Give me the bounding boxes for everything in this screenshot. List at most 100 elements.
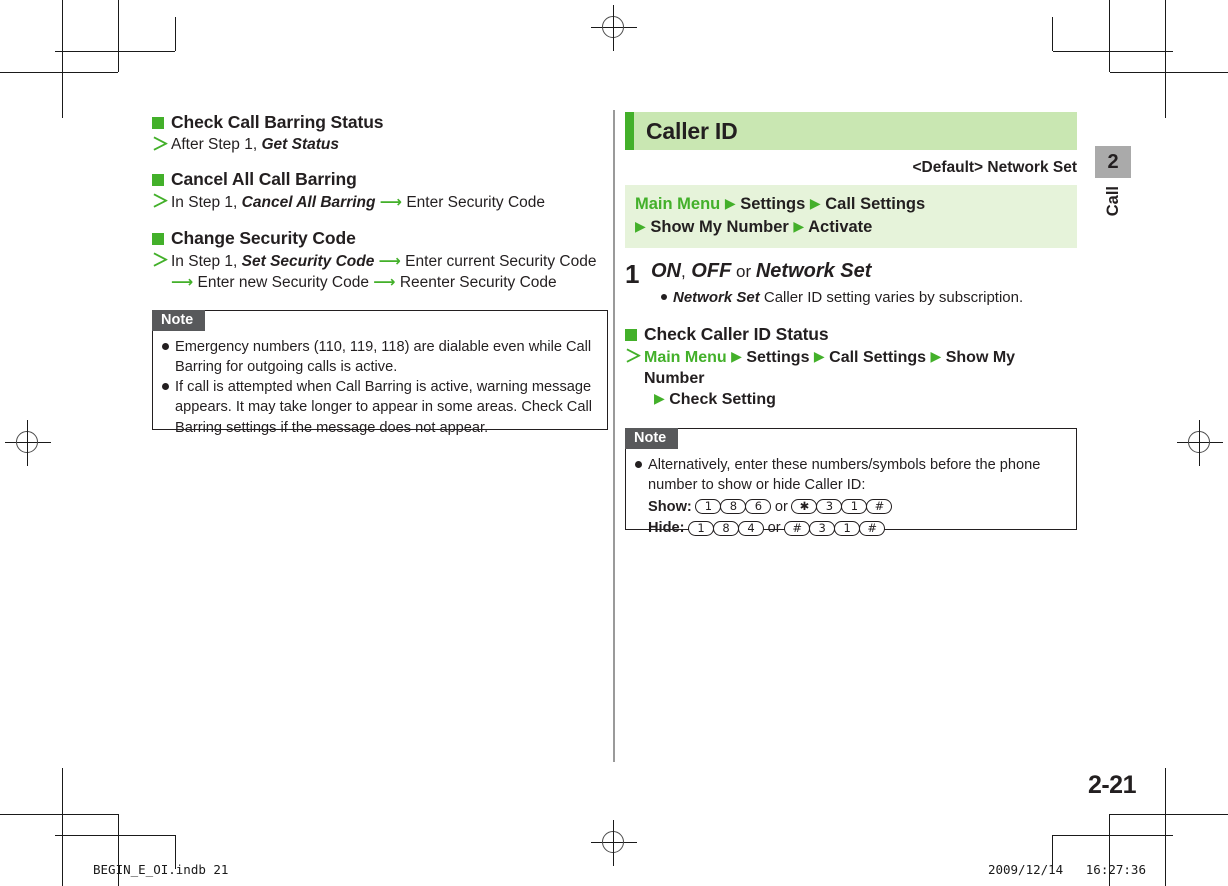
footer-time: 16:27:36	[1085, 862, 1146, 877]
triangle-icon: ▶	[930, 348, 942, 365]
key-row-label: Show	[648, 498, 687, 515]
key-group-b: ✱ 3 1 #	[791, 497, 893, 517]
menu-path-line-1: Main Menu ▶ Settings ▶ Call Settings	[635, 195, 926, 213]
section-title: Caller ID	[646, 117, 738, 144]
subsection-heading-label: Change Security Code	[171, 227, 356, 248]
green-square-icon	[625, 328, 637, 341]
step-heading: ON, OFF or Network Set	[651, 260, 872, 283]
triangle-icon: ▶	[724, 196, 736, 212]
angle-bracket-icon: ＞	[152, 250, 169, 271]
note-body: Alternatively, enter these numbers/symbo…	[626, 429, 1076, 545]
key-row-conjunction: or	[767, 519, 781, 536]
subsection-heading: Check Call Barring Status	[152, 112, 608, 134]
note-item: Alternatively, enter these numbers/symbo…	[634, 455, 1068, 538]
manual-page: Check Call Barring Status ＞ After Step 1…	[0, 0, 1228, 886]
default-value-line: <Default> Network Set	[912, 159, 1077, 176]
left-column: Check Call Barring Status ＞ After Step 1…	[152, 112, 608, 436]
subsection-heading: Check Caller ID Status	[625, 324, 1077, 346]
step-sub-bullet-text: Network Set Caller ID setting varies by …	[673, 289, 1024, 307]
step-line: ＞ Main Menu ▶ Settings ▶ Call Settings ▶…	[625, 347, 1077, 411]
section-accent-bar	[625, 112, 634, 150]
step-content: ON, OFF or Network Set Network Set Calle…	[651, 260, 1077, 308]
bullet-dot-icon	[661, 294, 667, 301]
page-number: 2-21	[1087, 771, 1137, 799]
note-intro-text: Alternatively, enter these numbers/symbo…	[648, 457, 1041, 494]
key-glyph: 8	[713, 520, 740, 536]
step-line-text: In Step 1, Set Security Code ⟶ Enter cur…	[171, 251, 597, 292]
key-glyph: 6	[745, 499, 772, 515]
triangle-icon: ▶	[813, 348, 825, 365]
key-glyph: 3	[816, 499, 843, 515]
step-line-text: Main Menu ▶ Settings ▶ Call Settings ▶ S…	[644, 348, 1016, 409]
bullet-dot-icon	[635, 461, 642, 469]
key-row-conjunction: or	[774, 498, 788, 515]
footer-file-info: BEGIN_E_OI.indb 21	[93, 862, 229, 877]
right-column: Caller ID <Default> Network Set Main Men…	[625, 112, 1077, 536]
arrow-icon: ⟶	[171, 273, 194, 292]
note-key-row: Hide: 184 or #3 1 #	[648, 518, 1068, 538]
angle-bracket-icon: ＞	[625, 346, 642, 367]
section-check-call-barring-status: Check Call Barring Status ＞ After Step 1…	[152, 112, 608, 155]
note-label: Note	[152, 310, 206, 332]
bullet-dot-icon	[162, 383, 169, 391]
footer-date: 2009/12/14	[987, 862, 1064, 877]
subsection-heading: Cancel All Call Barring	[152, 169, 608, 191]
subsection-heading: Change Security Code	[152, 228, 608, 250]
arrow-icon: ⟶	[379, 193, 403, 212]
step-number: 1	[625, 259, 640, 290]
note-item: Emergency numbers (110, 119, 118) are di…	[161, 337, 599, 377]
green-square-icon	[152, 117, 164, 129]
note-item-text: If call is attempted when Call Barring i…	[175, 379, 592, 436]
key-glyph: ✱	[791, 499, 818, 515]
triangle-icon: ▶	[809, 196, 821, 212]
arrow-icon: ⟶	[378, 251, 401, 270]
angle-bracket-icon: ＞	[152, 134, 169, 155]
note-item-text: Alternatively, enter these numbers/symbo…	[648, 455, 1068, 538]
subsection-heading-label: Check Call Barring Status	[171, 112, 384, 132]
menu-path-box: Main Menu ▶ Settings ▶ Call Settings ▶ S…	[625, 185, 1077, 249]
key-group-a: 186	[695, 497, 772, 517]
note-item-text: Emergency numbers (110, 119, 118) are di…	[175, 339, 592, 376]
note-item: If call is attempted when Call Barring i…	[161, 377, 599, 437]
key-group-b: #3 1 #	[784, 518, 886, 538]
column-divider	[613, 110, 615, 762]
section-header-caller-id: Caller ID	[625, 112, 1077, 150]
step-line-text: In Step 1, Cancel All Barring ⟶ Enter Se…	[171, 193, 546, 212]
menu-path-line-2: ▶ Show My Number ▶ Activate	[635, 218, 873, 237]
note-label: Note	[625, 428, 679, 450]
note-box-left: Note Emergency numbers (110, 119, 118) a…	[152, 310, 608, 436]
numbered-step: 1 ON, OFF or Network Set Network Set Cal…	[625, 260, 1077, 308]
step-line-text: After Step 1, Get Status	[171, 135, 339, 153]
green-square-icon	[152, 232, 164, 245]
key-row-label: Hide	[648, 519, 680, 536]
step-line: ＞ In Step 1, Set Security Code ⟶ Enter c…	[152, 251, 608, 294]
triangle-icon: ▶	[731, 348, 742, 365]
section-cancel-all-call-barring: Cancel All Call Barring ＞ In Step 1, Can…	[152, 169, 608, 213]
key-glyph: 1	[834, 520, 861, 536]
key-glyph: #	[859, 520, 886, 536]
key-glyph: 1	[695, 499, 722, 515]
key-group-a: 184	[688, 518, 765, 538]
bullet-dot-icon	[162, 343, 169, 351]
note-box-right: Note Alternatively, enter these numbers/…	[625, 428, 1077, 536]
step-line: ＞ After Step 1, Get Status	[152, 135, 608, 156]
key-glyph: 1	[841, 499, 868, 515]
step-sub-bullet: Network Set Caller ID setting varies by …	[651, 288, 1077, 308]
key-glyph: 8	[720, 499, 747, 515]
key-glyph: #	[784, 520, 811, 536]
subsection-heading-label: Cancel All Call Barring	[171, 169, 357, 190]
chapter-label: Call	[1103, 186, 1122, 217]
triangle-icon: ▶	[635, 219, 646, 236]
chapter-label-wrap: Call	[1095, 186, 1131, 236]
footer-timestamp: 2009/12/14 16:27:36	[988, 862, 1146, 877]
subsection-heading-label: Check Caller ID Status	[644, 323, 829, 344]
step-line: ＞ In Step 1, Cancel All Barring ⟶ Enter …	[152, 192, 608, 214]
triangle-icon: ▶	[793, 219, 805, 236]
key-glyph: #	[866, 499, 893, 515]
green-square-icon	[152, 174, 164, 187]
note-key-row: Show: 186 or ✱ 3 1 #	[648, 497, 1068, 517]
note-body: Emergency numbers (110, 119, 118) are di…	[153, 311, 607, 445]
angle-bracket-icon: ＞	[152, 192, 169, 213]
chapter-number-tab: 2	[1095, 146, 1131, 178]
section-check-caller-id-status: Check Caller ID Status ＞ Main Menu ▶ Set…	[625, 324, 1077, 411]
